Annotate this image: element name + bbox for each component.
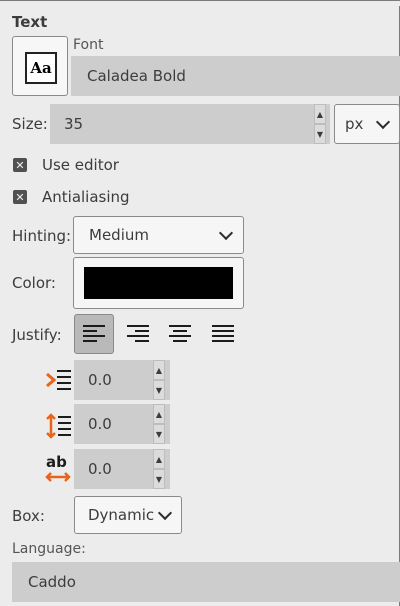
justify-left-button[interactable] [74, 314, 114, 354]
antialiasing-label[interactable]: Antialiasing [42, 188, 130, 206]
letter-spacing-spin-up-icon[interactable]: ▲ [153, 449, 165, 469]
align-justify-icon [212, 325, 234, 343]
size-spinner[interactable]: ▲ ▼ [312, 104, 330, 144]
size-unit-value: px [345, 115, 364, 133]
letter-spacing-spin-down-icon[interactable]: ▼ [153, 469, 165, 489]
hinting-value: Medium [89, 226, 149, 244]
box-select[interactable]: Dynamic [74, 496, 182, 534]
font-preview-glyph: Aa [25, 52, 57, 84]
indent-spin-down-icon[interactable]: ▼ [153, 380, 165, 400]
panel-title: Text [12, 13, 48, 31]
line-spacing-spinner[interactable]: ▲ ▼ [150, 404, 170, 444]
indent-input[interactable]: 0.0 [74, 360, 150, 400]
hinting-select[interactable]: Medium [73, 216, 244, 254]
font-label: Font [73, 37, 104, 53]
language-label: Language: [12, 541, 86, 557]
use-editor-label[interactable]: Use editor [42, 156, 119, 174]
letter-spacing-icon: ab [45, 454, 73, 486]
chevron-down-icon [218, 225, 234, 241]
justify-fill-button[interactable] [203, 314, 243, 354]
letter-spacing-spinner[interactable]: ▲ ▼ [150, 449, 170, 489]
chevron-down-icon [157, 505, 173, 521]
size-spin-up-icon[interactable]: ▲ [314, 104, 326, 124]
align-center-icon [169, 325, 191, 343]
align-right-icon [127, 325, 149, 343]
use-editor-checkbox[interactable]: ✕ [13, 158, 27, 172]
line-spacing-icon [45, 413, 73, 439]
chevron-down-icon [375, 114, 391, 130]
justify-center-button[interactable] [160, 314, 200, 354]
box-value: Dynamic [88, 506, 155, 524]
letter-spacing-input[interactable]: 0.0 [74, 449, 150, 489]
line-spacing-input[interactable]: 0.0 [74, 404, 150, 444]
color-button[interactable] [73, 257, 244, 309]
size-label: Size: [12, 115, 48, 133]
hinting-label: Hinting: [12, 227, 72, 245]
font-name-field[interactable]: Caladea Bold [71, 56, 400, 96]
box-label: Box: [12, 507, 45, 525]
color-swatch [84, 267, 233, 299]
line-spacing-spin-down-icon[interactable]: ▼ [153, 424, 165, 444]
antialiasing-checkbox[interactable]: ✕ [13, 190, 27, 204]
font-preview-button[interactable]: Aa [12, 36, 68, 96]
size-spin-down-icon[interactable]: ▼ [314, 124, 326, 144]
color-label: Color: [12, 274, 56, 292]
language-input[interactable]: Caddo [12, 562, 400, 602]
indent-spin-up-icon[interactable]: ▲ [153, 360, 165, 380]
align-left-icon [83, 325, 105, 343]
window-top-border [0, 0, 400, 6]
indent-spinner[interactable]: ▲ ▼ [150, 360, 170, 400]
justify-label: Justify: [12, 326, 62, 344]
size-unit-select[interactable]: px [334, 104, 400, 144]
size-input[interactable]: 35 [50, 104, 312, 144]
justify-right-button[interactable] [118, 314, 158, 354]
indent-icon [45, 368, 73, 392]
line-spacing-spin-up-icon[interactable]: ▲ [153, 404, 165, 424]
